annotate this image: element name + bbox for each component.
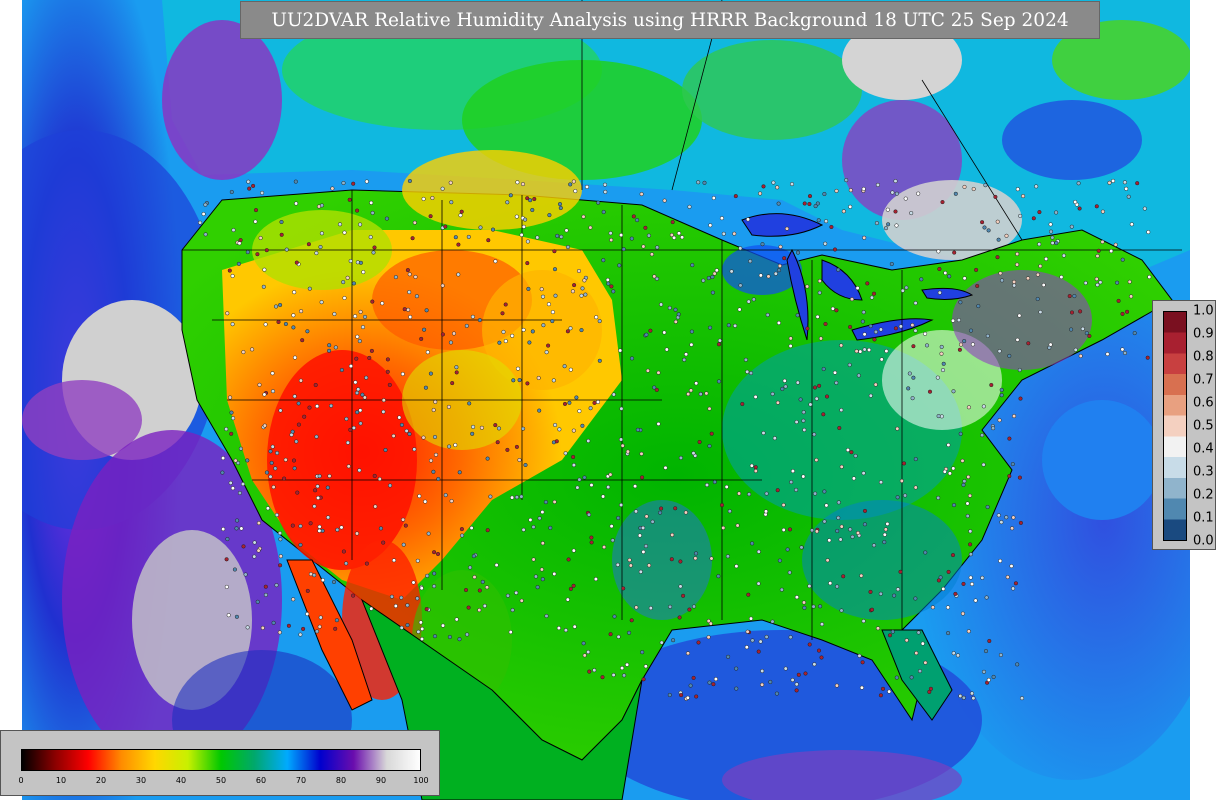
rh-tick-label: 70 xyxy=(295,776,307,785)
rh-tick-label: 100 xyxy=(413,776,429,785)
rh-tick-label: 40 xyxy=(175,776,187,785)
rh-colorbar-gradient xyxy=(21,749,421,771)
rh-colorbar: 0 10 20 30 40 50 60 70 80 90 100 xyxy=(0,730,440,796)
obs-colorbar: 1.0 0.9 0.8 0.7 0.6 0.5 0.4 0.3 0.2 0.1 0.0 xyxy=(1152,300,1216,550)
obs-tick-label: 0.8 xyxy=(1193,349,1214,365)
rh-tick-label: 50 xyxy=(215,776,227,785)
rh-tick-label: 30 xyxy=(135,776,147,785)
obs-tick-label: 0.9 xyxy=(1193,326,1214,342)
obs-tick-label: 1.0 xyxy=(1193,303,1214,319)
rh-tick-label: 20 xyxy=(95,776,107,785)
rh-tick-label: 60 xyxy=(255,776,267,785)
obs-tick-label: 0.5 xyxy=(1193,418,1214,434)
rh-analysis-map xyxy=(22,0,1190,800)
obs-tick-label: 0.3 xyxy=(1193,464,1214,480)
rh-tick-label: 0 xyxy=(18,776,24,785)
rh-tick-label: 10 xyxy=(55,776,67,785)
rh-tick-label: 90 xyxy=(375,776,387,785)
obs-tick-label: 0.4 xyxy=(1193,441,1214,457)
rh-tick-label: 80 xyxy=(335,776,347,785)
obs-tick-label: 0.0 xyxy=(1193,533,1214,549)
obs-tick-label: 0.2 xyxy=(1193,487,1214,503)
obs-tick-label: 0.6 xyxy=(1193,395,1214,411)
obs-tick-label: 0.1 xyxy=(1193,510,1214,526)
obs-tick-label: 0.7 xyxy=(1193,372,1214,388)
map-title: UU2DVAR Relative Humidity Analysis using… xyxy=(240,1,1100,39)
obs-colorbar-gradient xyxy=(1163,311,1187,541)
